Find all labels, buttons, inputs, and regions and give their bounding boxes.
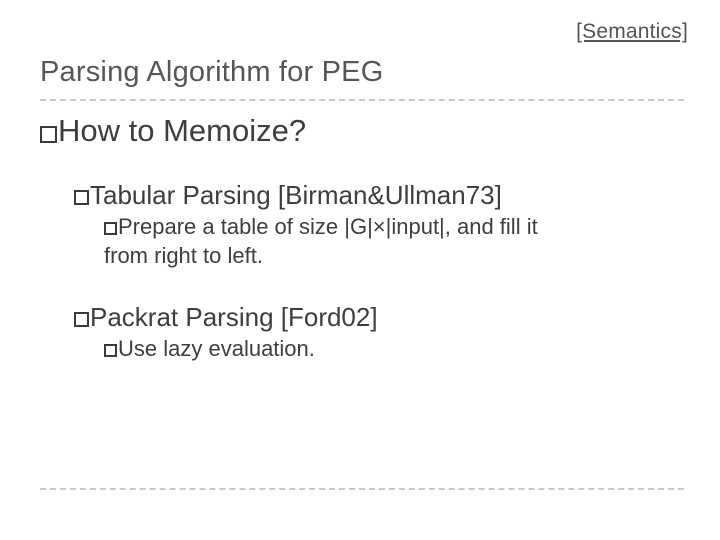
title-divider [40, 99, 684, 101]
l3b-text: Use lazy evaluation. [118, 336, 315, 361]
content-body: How to Memoize? Tabular Parsing [Birman&… [40, 112, 684, 363]
footer-divider [40, 488, 684, 490]
checkbox-icon [74, 190, 89, 205]
title-block: Parsing Algorithm for PEG [40, 56, 684, 109]
l3a-continuation: from right to left. [104, 241, 684, 271]
l1-text: How to Memoize? [58, 113, 306, 148]
checkbox-icon [104, 222, 117, 235]
slide: [Semantics] Parsing Algorithm for PEG Ho… [0, 0, 720, 540]
checkbox-icon [40, 126, 57, 143]
l2b-text: Packrat Parsing [Ford02] [90, 302, 378, 332]
bullet-l1: How to Memoize? [40, 112, 684, 149]
bullet-l2-packrat: Packrat Parsing [Ford02] [74, 301, 684, 334]
slide-title: Parsing Algorithm for PEG [40, 56, 684, 89]
checkbox-icon [74, 312, 89, 327]
bullet-l2-tabular: Tabular Parsing [Birman&Ullman73] [74, 179, 684, 212]
bullet-l3-use: Use lazy evaluation. [104, 334, 684, 364]
l3a-text: Prepare a table of size |G|×|input|, and… [118, 214, 538, 239]
semantics-link[interactable]: [Semantics] [576, 20, 688, 44]
checkbox-icon [104, 344, 117, 357]
bullet-l3-prepare: Prepare a table of size |G|×|input|, and… [104, 212, 684, 242]
l2a-text: Tabular Parsing [Birman&Ullman73] [90, 180, 502, 210]
